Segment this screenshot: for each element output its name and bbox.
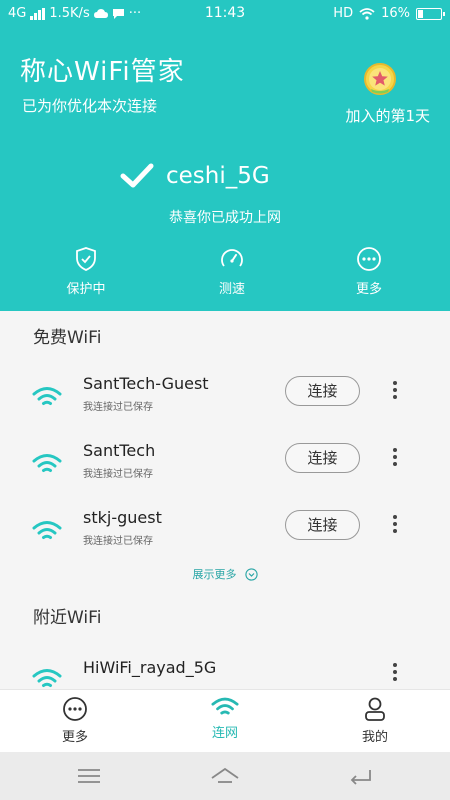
app-subtitle: 已为你优化本次连接 [22, 97, 158, 115]
tab-more-label: 更多 [61, 730, 88, 745]
quick-more-label: 更多 [355, 282, 382, 297]
header: 4G 1.5K/s ··· 11:43 HD 16% 称心WiFi管家 已为你优… [0, 0, 450, 311]
connect-button[interactable]: 连接 [285, 443, 360, 473]
wifi-name: SantTech-Guest [83, 374, 209, 393]
tab-more[interactable]: 更多 [25, 696, 125, 745]
show-more-link[interactable]: 展示更多 [0, 566, 450, 582]
wifi-item[interactable]: SantTech 我连接过已保存 连接 [0, 437, 450, 497]
more-vert-icon[interactable] [388, 445, 402, 469]
shield-check-icon [76, 247, 96, 271]
menu-icon[interactable] [74, 766, 104, 786]
medal-icon[interactable] [363, 62, 397, 96]
quick-speedtest-label: 测速 [218, 282, 245, 297]
wifi-status-icon [359, 7, 375, 20]
connect-button[interactable]: 连接 [285, 510, 360, 540]
free-wifi-title: 免费WiFi [33, 328, 102, 348]
check-icon [120, 163, 154, 188]
show-more-label: 展示更多 [192, 568, 237, 581]
speedometer-icon [221, 249, 243, 267]
wifi-saved-label: 我连接过已保存 [83, 402, 153, 413]
connect-button[interactable]: 连接 [285, 376, 360, 406]
home-icon[interactable] [210, 766, 240, 786]
quick-speedtest[interactable]: 测速 [192, 246, 272, 297]
quick-protect-label: 保护中 [66, 282, 106, 297]
tab-mine-label: 我的 [361, 730, 388, 745]
battery-percent: 16% [381, 6, 410, 21]
wifi-item[interactable]: HiWiFi_rayad_5G [0, 652, 450, 689]
tab-connect[interactable]: 连网 [175, 696, 275, 741]
more-circle-icon [63, 697, 87, 721]
wifi-name: HiWiFi_rayad_5G [83, 658, 217, 677]
wifi-icon [211, 697, 239, 715]
status-bar: 4G 1.5K/s ··· 11:43 HD 16% [0, 0, 450, 28]
connected-message: 恭喜你已成功上网 [169, 210, 281, 226]
more-vert-icon[interactable] [388, 660, 402, 684]
bottom-tab-bar: 更多 连网 我的 [0, 689, 450, 752]
wifi-icon [32, 669, 62, 687]
chevron-down-circle-icon [244, 567, 258, 581]
tab-mine[interactable]: 我的 [325, 696, 425, 745]
wifi-saved-label: 我连接过已保存 [83, 469, 153, 480]
more-vert-icon[interactable] [388, 512, 402, 536]
tab-connect-label: 连网 [211, 726, 238, 741]
wifi-icon [32, 387, 62, 405]
more-vert-icon[interactable] [388, 378, 402, 402]
more-circle-icon [357, 247, 381, 271]
connected-ssid: ceshi_5G [166, 163, 270, 189]
quick-more[interactable]: 更多 [329, 246, 409, 297]
system-nav-bar [0, 752, 450, 800]
battery-icon [416, 7, 445, 20]
quick-protect[interactable]: 保护中 [46, 246, 126, 297]
wifi-item[interactable]: SantTech-Guest 我连接过已保存 连接 [0, 370, 450, 430]
wifi-list-panel: 免费WiFi SantTech-Guest 我连接过已保存 连接 SantTec… [0, 311, 450, 689]
wifi-name: stkj-guest [83, 508, 162, 527]
back-icon[interactable] [346, 766, 376, 786]
wifi-item[interactable]: stkj-guest 我连接过已保存 连接 [0, 504, 450, 564]
app-title: 称心WiFi管家 [20, 57, 185, 87]
wifi-name: SantTech [83, 441, 156, 460]
user-icon [365, 697, 385, 721]
wifi-icon [32, 521, 62, 539]
connected-network: ceshi_5G [120, 163, 270, 189]
wifi-saved-label: 我连接过已保存 [83, 536, 153, 547]
joined-days: 加入的第1天 [345, 107, 430, 125]
hd-label: HD [333, 6, 354, 21]
wifi-icon [32, 454, 62, 472]
nearby-wifi-title: 附近WiFi [33, 608, 102, 628]
